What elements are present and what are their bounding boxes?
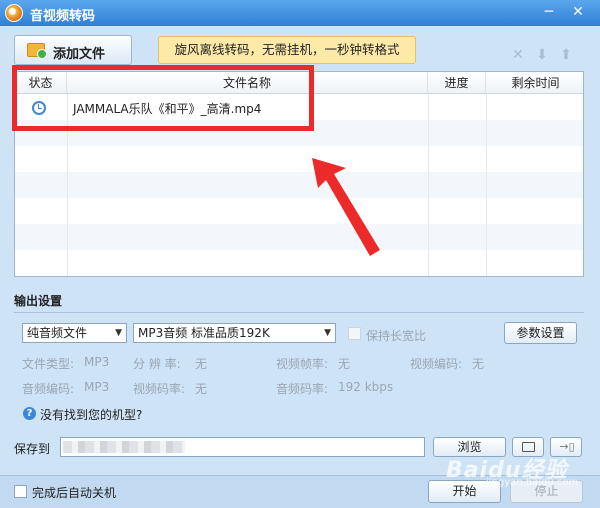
audio-bitrate-label: 音频码率: (276, 382, 329, 396)
add-file-button[interactable]: 添加文件 (14, 35, 132, 65)
move-down-icon[interactable]: ⬇ (534, 47, 550, 63)
keep-ratio-checkbox[interactable] (348, 327, 361, 340)
watermark-url: jingyan.baidu.com (486, 477, 579, 488)
app-logo-icon (5, 4, 23, 22)
device-not-found-link[interactable]: 没有找到您的机型? (40, 406, 142, 423)
audio-codec-label: 音频编码: (22, 382, 75, 396)
column-header-remaining[interactable]: 剩余时间 (486, 72, 583, 94)
resolution-value: 无 (195, 357, 208, 371)
video-codec-value: 无 (472, 357, 485, 371)
auto-shutdown-checkbox[interactable] (14, 485, 27, 498)
keep-ratio-label: 保持长宽比 (366, 329, 427, 343)
format-preset-select[interactable]: MP3音频 标准品质192K ▼ (133, 323, 336, 343)
annotation-arrow (312, 158, 380, 256)
column-divider (486, 94, 487, 276)
help-icon: ? (23, 407, 36, 420)
auto-shutdown-label: 完成后自动关机 (32, 486, 117, 500)
parameter-settings-button[interactable]: 参数设置 (504, 322, 577, 344)
window-title: 音视频转码 (30, 9, 96, 24)
title-bar: 音视频转码 ─ ✕ (0, 0, 600, 26)
audio-codec-value: MP3 (84, 380, 110, 394)
video-codec-label: 视频编码: (410, 357, 463, 371)
output-settings-title: 输出设置 (14, 294, 63, 308)
promo-banner[interactable]: 旋风离线转码，无需挂机，一秒钟转格式 (158, 36, 416, 64)
move-up-icon[interactable]: ⬆ (558, 47, 574, 63)
open-folder-icon (522, 442, 535, 452)
save-path-input[interactable] (60, 437, 425, 457)
chevron-down-icon: ▼ (324, 328, 331, 338)
file-type-label: 文件类型: (22, 357, 75, 371)
format-category-select[interactable]: 纯音频文件 ▼ (22, 323, 127, 343)
add-folder-icon (27, 43, 47, 59)
video-bitrate-value: 无 (195, 382, 208, 396)
column-header-progress[interactable]: 进度 (428, 72, 486, 94)
audio-bitrate-value: 192 kbps (338, 380, 394, 394)
delete-icon[interactable]: ✕ (510, 47, 526, 63)
redacted-path (63, 441, 185, 453)
video-fps-value: 无 (338, 357, 351, 371)
chevron-down-icon: ▼ (115, 328, 122, 338)
format-category-value: 纯音频文件 (27, 326, 88, 340)
file-type-value: MP3 (84, 355, 110, 369)
close-button[interactable]: ✕ (566, 2, 590, 22)
save-to-label: 保存到 (14, 442, 51, 456)
video-bitrate-label: 视频码率: (133, 382, 186, 396)
section-divider (14, 312, 584, 313)
resolution-label: 分 辨 率: (133, 357, 181, 371)
highlight-box (12, 65, 314, 131)
format-preset-value: MP3音频 标准品质192K (138, 326, 270, 340)
column-divider (428, 94, 429, 276)
minimize-button[interactable]: ─ (537, 2, 561, 22)
video-fps-label: 视频帧率: (276, 357, 329, 371)
add-file-label: 添加文件 (53, 47, 106, 62)
